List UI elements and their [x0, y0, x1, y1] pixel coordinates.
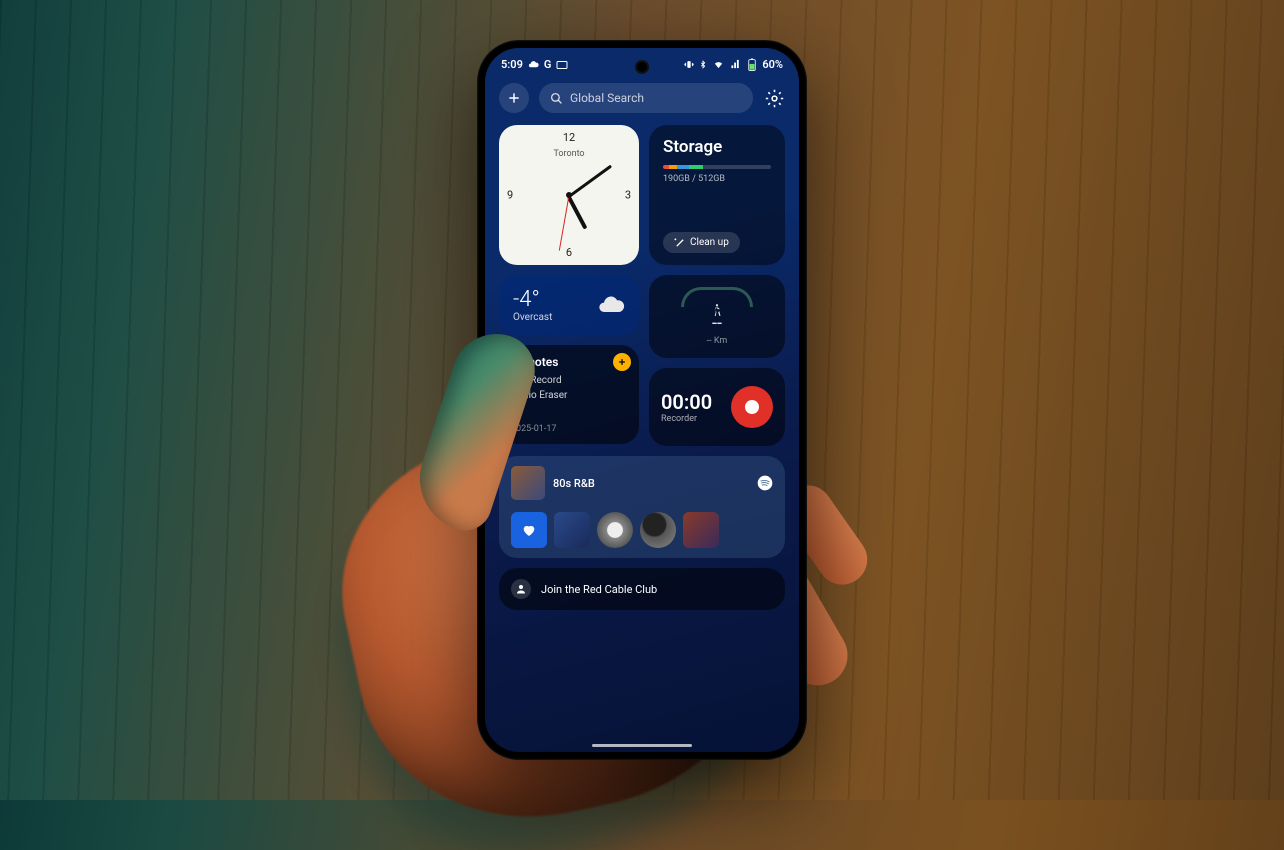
battery-icon — [747, 58, 757, 71]
settings-button[interactable] — [763, 87, 785, 109]
promo-banner[interactable]: Join the Red Cable Club — [499, 568, 785, 610]
add-button[interactable] — [499, 83, 529, 113]
steps-unit: -- Km — [707, 336, 728, 346]
clock-9: 9 — [507, 189, 513, 202]
front-camera — [637, 62, 647, 72]
record-button[interactable] — [731, 386, 773, 428]
cleanup-button[interactable]: Clean up — [663, 232, 740, 253]
phone-screen: 5:09 G 60% Global Search — [485, 48, 799, 752]
storage-widget[interactable]: Storage 190GB / 512GB Clean up — [649, 125, 785, 265]
search-input[interactable]: Global Search — [539, 83, 753, 113]
status-time: 5:09 — [501, 58, 523, 71]
album-thumb[interactable] — [683, 512, 719, 548]
hour-hand — [567, 196, 587, 229]
liked-songs-button[interactable] — [511, 512, 547, 548]
playlist-title: 80s R&B — [553, 477, 595, 490]
album-thumb[interactable] — [554, 512, 590, 548]
vibrate-icon — [684, 59, 694, 70]
note-item: … — [511, 405, 627, 416]
clock-widget[interactable]: 12 3 6 9 Toronto — [499, 125, 639, 265]
storage-title: Storage — [663, 137, 771, 157]
clock-12: 12 — [563, 131, 575, 144]
heart-icon — [521, 522, 537, 538]
signal-icon — [730, 59, 742, 70]
person-icon — [515, 583, 527, 595]
recorder-label: Recorder — [661, 414, 712, 424]
steps-widget[interactable]: -- -- Km — [649, 275, 785, 358]
status-indicator: G — [544, 58, 552, 71]
battery-percent: 60% — [762, 58, 783, 71]
storage-bar — [663, 165, 771, 169]
album-thumb[interactable] — [597, 512, 633, 548]
clock-6: 6 — [566, 246, 572, 259]
clock-3: 3 — [625, 189, 631, 202]
second-hand — [559, 195, 570, 250]
walk-icon — [710, 303, 724, 317]
bluetooth-icon — [699, 59, 707, 70]
playlist-art — [511, 466, 545, 500]
cloud-icon — [597, 291, 625, 319]
weather-widget[interactable]: -4° Overcast — [499, 275, 639, 335]
nav-pill[interactable] — [592, 744, 692, 747]
add-note-button[interactable] — [613, 353, 631, 371]
album-thumb[interactable] — [640, 512, 676, 548]
cloud-icon — [528, 59, 539, 70]
weather-condition: Overcast — [513, 312, 552, 323]
gear-icon — [765, 89, 784, 108]
minute-hand — [568, 165, 612, 198]
wand-icon — [674, 237, 685, 248]
wifi-icon — [712, 59, 725, 70]
spotify-icon — [757, 475, 773, 491]
plus-icon — [617, 357, 627, 367]
recorder-time: 00:00 — [661, 390, 712, 414]
cleanup-label: Clean up — [690, 237, 729, 248]
profile-icon-wrap — [511, 579, 531, 599]
top-bar: Global Search — [485, 75, 799, 119]
music-widget[interactable]: 80s R&B — [499, 456, 785, 558]
recorder-widget[interactable]: 00:00 Recorder — [649, 368, 785, 447]
search-placeholder: Global Search — [570, 91, 644, 105]
plus-icon — [507, 91, 521, 105]
notes-date: 2025-01-17 — [511, 424, 627, 434]
weather-temp: -4° — [513, 287, 552, 312]
clock-center — [566, 192, 572, 198]
card-icon — [556, 60, 568, 70]
clock-city: Toronto — [553, 149, 584, 159]
storage-usage: 190GB / 512GB — [663, 174, 771, 184]
search-icon — [550, 92, 563, 105]
promo-text: Join the Red Cable Club — [541, 583, 657, 596]
